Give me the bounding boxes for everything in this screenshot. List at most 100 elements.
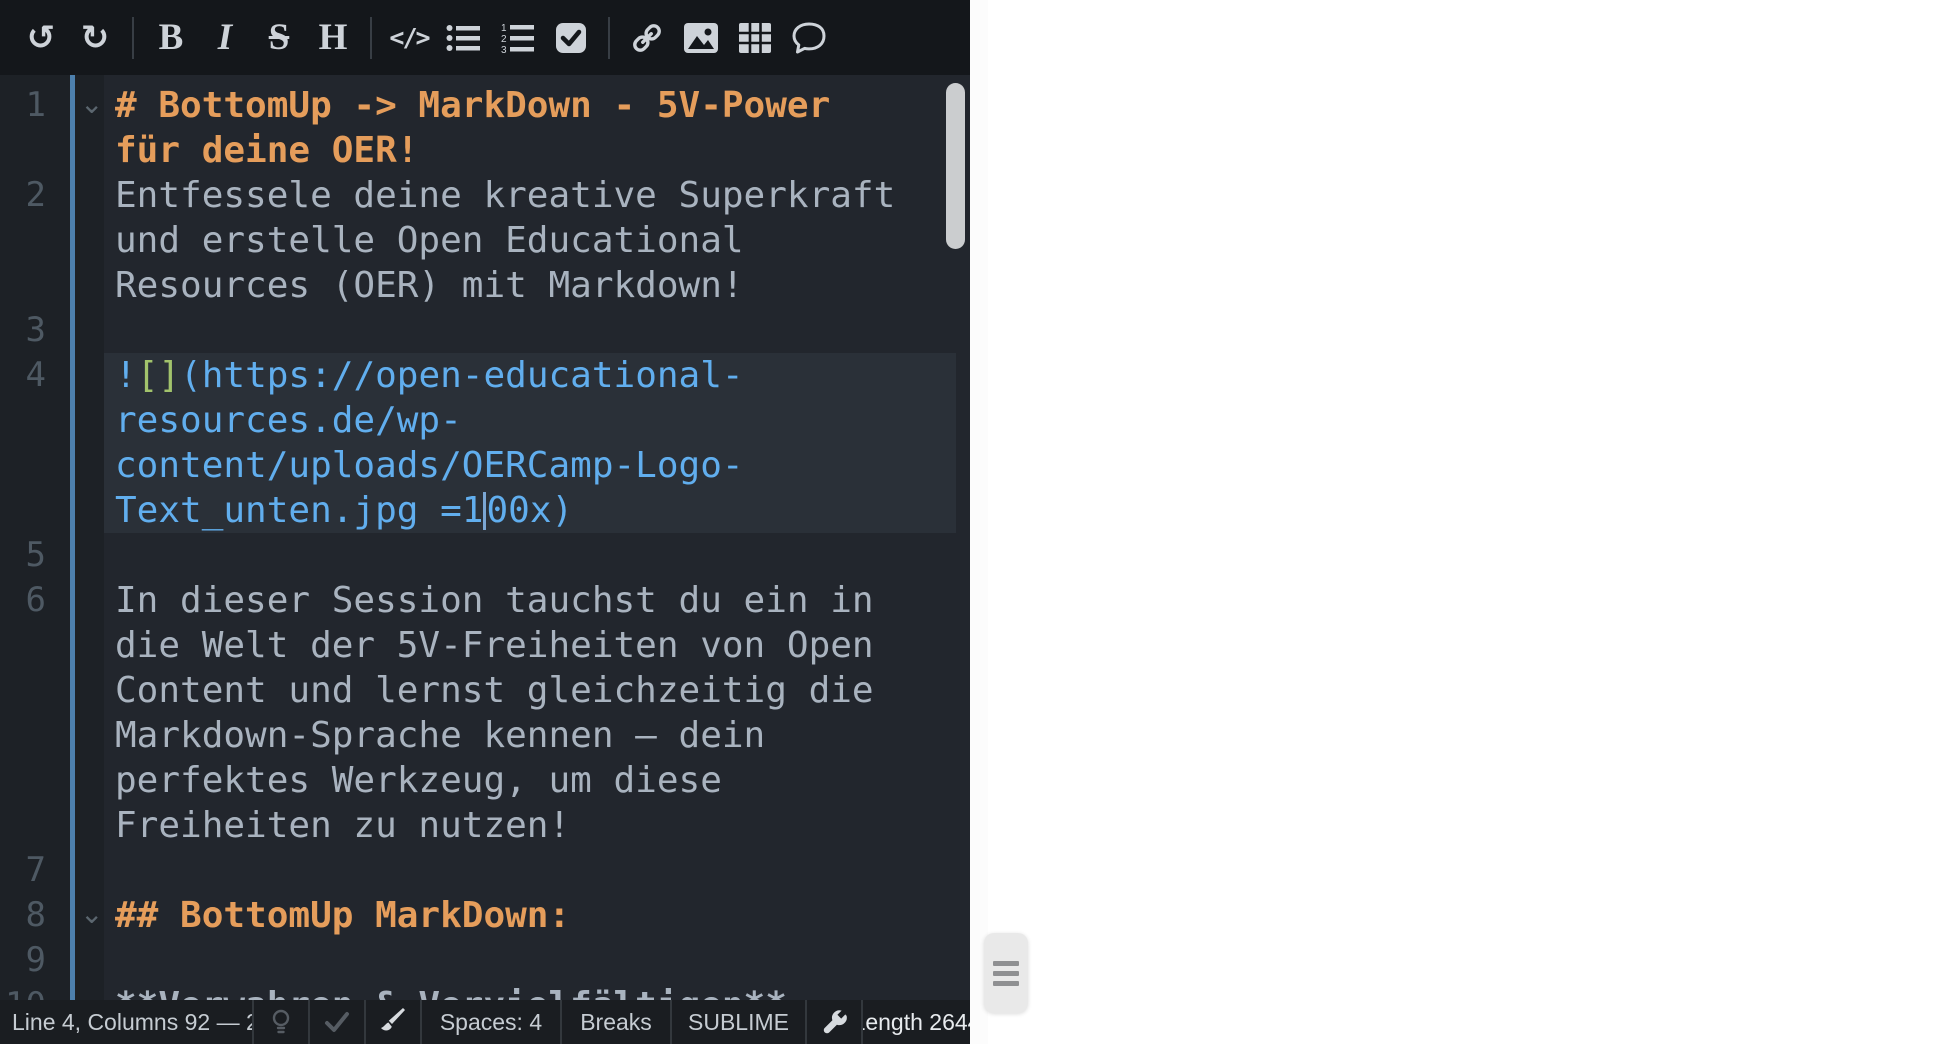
fold-chevron-icon[interactable]: ⌄ [80,83,102,125]
svg-text:2: 2 [501,34,507,45]
code-token: (https://open-educational- [180,355,744,396]
handle-bar [993,981,1019,986]
redo-button[interactable]: ↻ [68,0,122,75]
toolbar-separator [608,17,610,59]
strikethrough-button[interactable]: S [252,0,306,75]
editor-line[interactable]: 7 [0,848,970,893]
toolbar-separator [370,17,372,59]
editor-line[interactable]: 8 ⌄ ## BottomUp MarkDown: [0,893,970,938]
editor-line[interactable]: 5 [0,533,970,578]
comment-button[interactable] [782,0,836,75]
code-token: Entfessele deine kreative Superkraft [115,175,895,216]
linebreak-setting-button[interactable]: Breaks [580,1009,652,1036]
table-icon [738,22,772,54]
insert-image-button[interactable] [674,0,728,75]
paintbrush-icon [379,1008,407,1036]
pane-resize-handle[interactable] [984,933,1028,1013]
app-window: ↺ ↻ B I S H </> 1 2 3 [0,0,1938,1044]
comment-icon [791,21,827,55]
code-block-button[interactable]: </> [382,0,436,75]
lightbulb-icon [268,1008,294,1036]
fold-chevron-icon[interactable]: ⌄ [80,893,102,935]
svg-text:3: 3 [501,45,507,54]
editor-line[interactable]: perfektes Werkzeug, um diese [0,758,970,803]
editor-line[interactable]: die Welt der 5V-Freiheiten von Open [0,623,970,668]
editor-toolbar: ↺ ↻ B I S H </> 1 2 3 [0,0,970,75]
bold-button[interactable]: B [144,0,198,75]
svg-text:1: 1 [501,23,507,34]
code-token: ## BottomUp MarkDown: [115,895,570,936]
editor-line[interactable]: und erstelle Open Educational [0,218,970,263]
bullet-list-icon [446,23,480,53]
editor-statusbar: Line 4, Columns 92 — 21 [0,1000,970,1044]
heading-icon: H [319,16,348,59]
editor-line[interactable]: 2Entfessele deine kreative Superkraft [0,173,970,218]
line-number: 4 [0,353,46,398]
code-token: content/uploads/OERCamp-Logo- [115,445,744,486]
code-token: ! [115,355,137,396]
editor-line[interactable]: 3 [0,308,970,353]
code-token: für deine OER! [115,130,418,171]
line-number: 8 [0,893,46,938]
code-token: Text_unten.jpg =1 [115,490,483,531]
line-number: 1 [0,83,46,128]
numbered-list-button[interactable]: 1 2 3 [490,0,544,75]
code-token: # BottomUp -> MarkDown - 5V-Power [115,85,830,126]
checklist-icon [555,22,587,54]
code-token: Resources (OER) mit Markdown! [115,265,744,306]
code-token: und erstelle Open Educational [115,220,744,261]
insert-link-button[interactable] [620,0,674,75]
editor-line[interactable]: resources.de/wp- [0,398,970,443]
code-token: Freiheiten zu nutzen! [115,805,570,846]
preferences-button[interactable] [820,1008,848,1036]
theme-button[interactable] [379,1008,407,1036]
night-mode-toggle[interactable] [268,1008,294,1036]
editor-line[interactable]: Markdown-Sprache kennen – dein [0,713,970,758]
editor-line[interactable]: Text_unten.jpg =100x) [0,488,970,533]
doc-length-label: Length 2644 [861,1000,970,1044]
editor-pane: ↺ ↻ B I S H </> 1 2 3 [0,0,970,1044]
code-token: perfektes Werkzeug, um diese [115,760,722,801]
editor-scrollbar-thumb[interactable] [946,83,965,249]
numbered-list-icon: 1 2 3 [500,22,534,54]
code-token: **Verwahren & Vervielfältigen** [115,985,787,1000]
italic-icon: I [218,16,232,59]
editor-line[interactable]: Content und lernst gleichzeitig die [0,668,970,713]
indent-setting-button[interactable]: Spaces: 4 [440,1009,542,1036]
keymap-setting-button[interactable]: SUBLIME [688,1009,789,1036]
spellcheck-toggle[interactable] [323,1010,351,1034]
check-icon [323,1010,351,1034]
line-number: 3 [0,308,46,353]
editor-line[interactable]: 1 ⌄ # BottomUp -> MarkDown - 5V-Power [0,83,970,128]
line-number: 5 [0,533,46,578]
redo-icon: ↻ [81,18,110,58]
code-token: Content und lernst gleichzeitig die [115,670,874,711]
handle-bar [993,961,1019,966]
editor-lines: 1 ⌄ # BottomUp -> MarkDown - 5V-Powerfür d… [0,83,970,1000]
image-icon [683,22,719,54]
handle-bar [993,971,1019,976]
undo-button[interactable]: ↺ [14,0,68,75]
editor-line[interactable]: 10**Verwahren & Vervielfältigen** [0,983,970,1000]
toolbar-separator [132,17,134,59]
code-token: In dieser Session tauchst du ein in [115,580,874,621]
italic-button[interactable]: I [198,0,252,75]
line-number: 6 [0,578,46,623]
editor-line[interactable]: Freiheiten zu nutzen! [0,803,970,848]
insert-table-button[interactable] [728,0,782,75]
code-editor[interactable]: 1 ⌄ # BottomUp -> MarkDown - 5V-Powerfür d… [0,75,970,1000]
preview-pane: CHANGED A FEW SECONDS AGO [988,0,1938,1044]
undo-icon: ↺ [27,18,56,58]
editor-line[interactable]: content/uploads/OERCamp-Logo- [0,443,970,488]
heading-button[interactable]: H [306,0,360,75]
code-token: Markdown-Sprache kennen – dein [115,715,765,756]
strikethrough-icon: S [269,16,290,59]
editor-line[interactable]: Resources (OER) mit Markdown! [0,263,970,308]
editor-line[interactable]: 6 In dieser Session tauchst du ein in [0,578,970,623]
checklist-button[interactable] [544,0,598,75]
editor-line[interactable]: 9 [0,938,970,983]
editor-line[interactable]: 4![](https://open-educational- [0,353,970,398]
bold-icon: B [159,16,184,59]
editor-line[interactable]: für deine OER! [0,128,970,173]
bullet-list-button[interactable] [436,0,490,75]
